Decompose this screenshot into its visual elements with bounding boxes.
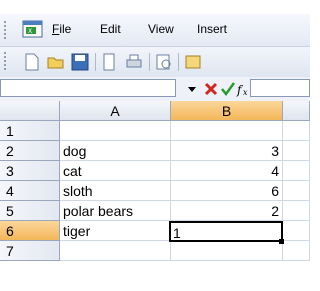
column-header-a[interactable]: A — [60, 101, 171, 121]
name-box[interactable] — [0, 79, 176, 97]
cell-a1[interactable] — [60, 121, 171, 141]
toolbar-separator — [149, 53, 150, 71]
active-cell-b6[interactable]: 1 — [169, 221, 283, 242]
print-preview-icon[interactable] — [154, 52, 174, 72]
cell-c6[interactable] — [283, 221, 310, 241]
menu-view[interactable]: View — [148, 22, 174, 36]
row-header[interactable]: 5 — [0, 201, 60, 221]
open-folder-icon[interactable] — [46, 52, 66, 72]
menu-insert[interactable]: Insert — [197, 22, 227, 36]
enter-check-icon[interactable] — [220, 80, 236, 98]
cell-c3[interactable] — [283, 161, 310, 181]
cell-a2[interactable]: dog — [60, 141, 171, 161]
spreadsheet-grid: A B 1 2 dog 3 3 cat 4 4 sloth 6 5 polar … — [0, 101, 310, 291]
save-icon[interactable] — [70, 52, 90, 72]
cell-b4[interactable]: 6 — [171, 181, 283, 201]
toolbar-separator — [95, 53, 96, 71]
print-icon[interactable] — [124, 52, 144, 72]
permission-icon[interactable] — [100, 52, 120, 72]
cell-b3[interactable]: 4 — [171, 161, 283, 181]
row-header[interactable]: 7 — [0, 241, 60, 261]
cell-b2[interactable]: 3 — [171, 141, 283, 161]
cell-b5[interactable]: 2 — [171, 201, 283, 221]
toolbar-separator — [178, 53, 179, 71]
row-header[interactable]: 4 — [0, 181, 60, 201]
column-header-b[interactable]: B — [171, 101, 283, 121]
svg-text:X: X — [28, 28, 32, 35]
toolbar-grip[interactable] — [3, 20, 7, 40]
row-header[interactable]: 1 — [0, 121, 60, 141]
cell-b1[interactable] — [171, 121, 283, 141]
new-document-icon[interactable] — [22, 52, 42, 72]
formula-input[interactable] — [250, 79, 310, 97]
menu-file[interactable]: File — [52, 22, 71, 36]
cancel-x-icon[interactable] — [203, 80, 219, 98]
cell-a7[interactable] — [60, 241, 171, 261]
row-header[interactable]: 3 — [0, 161, 60, 181]
row-header[interactable]: 2 — [0, 141, 60, 161]
cell-c7[interactable] — [283, 241, 310, 261]
cell-a5[interactable]: polar bears — [60, 201, 171, 221]
cell-b7[interactable] — [171, 241, 283, 261]
dropdown-arrow-icon[interactable] — [184, 80, 200, 98]
svg-text:x: x — [243, 88, 248, 97]
workbook-icon[interactable]: X — [22, 19, 44, 39]
standard-toolbar — [0, 47, 310, 78]
research-icon[interactable] — [183, 52, 203, 72]
select-all-corner[interactable] — [0, 101, 60, 121]
menu-edit[interactable]: Edit — [100, 22, 121, 36]
toolbar-grip[interactable] — [3, 51, 7, 71]
menu-bar: X File Edit View Insert — [0, 14, 310, 47]
cell-c5[interactable] — [283, 201, 310, 221]
cell-c4[interactable] — [283, 181, 310, 201]
cell-c2[interactable] — [283, 141, 310, 161]
column-header-c[interactable] — [283, 101, 310, 121]
cell-a6[interactable]: tiger — [60, 221, 171, 241]
cell-c1[interactable] — [283, 121, 310, 141]
cell-a3[interactable]: cat — [60, 161, 171, 181]
row-header-active[interactable]: 6 — [0, 221, 60, 241]
formula-bar: f x — [0, 77, 310, 102]
cell-a4[interactable]: sloth — [60, 181, 171, 201]
fill-handle[interactable] — [279, 239, 284, 244]
